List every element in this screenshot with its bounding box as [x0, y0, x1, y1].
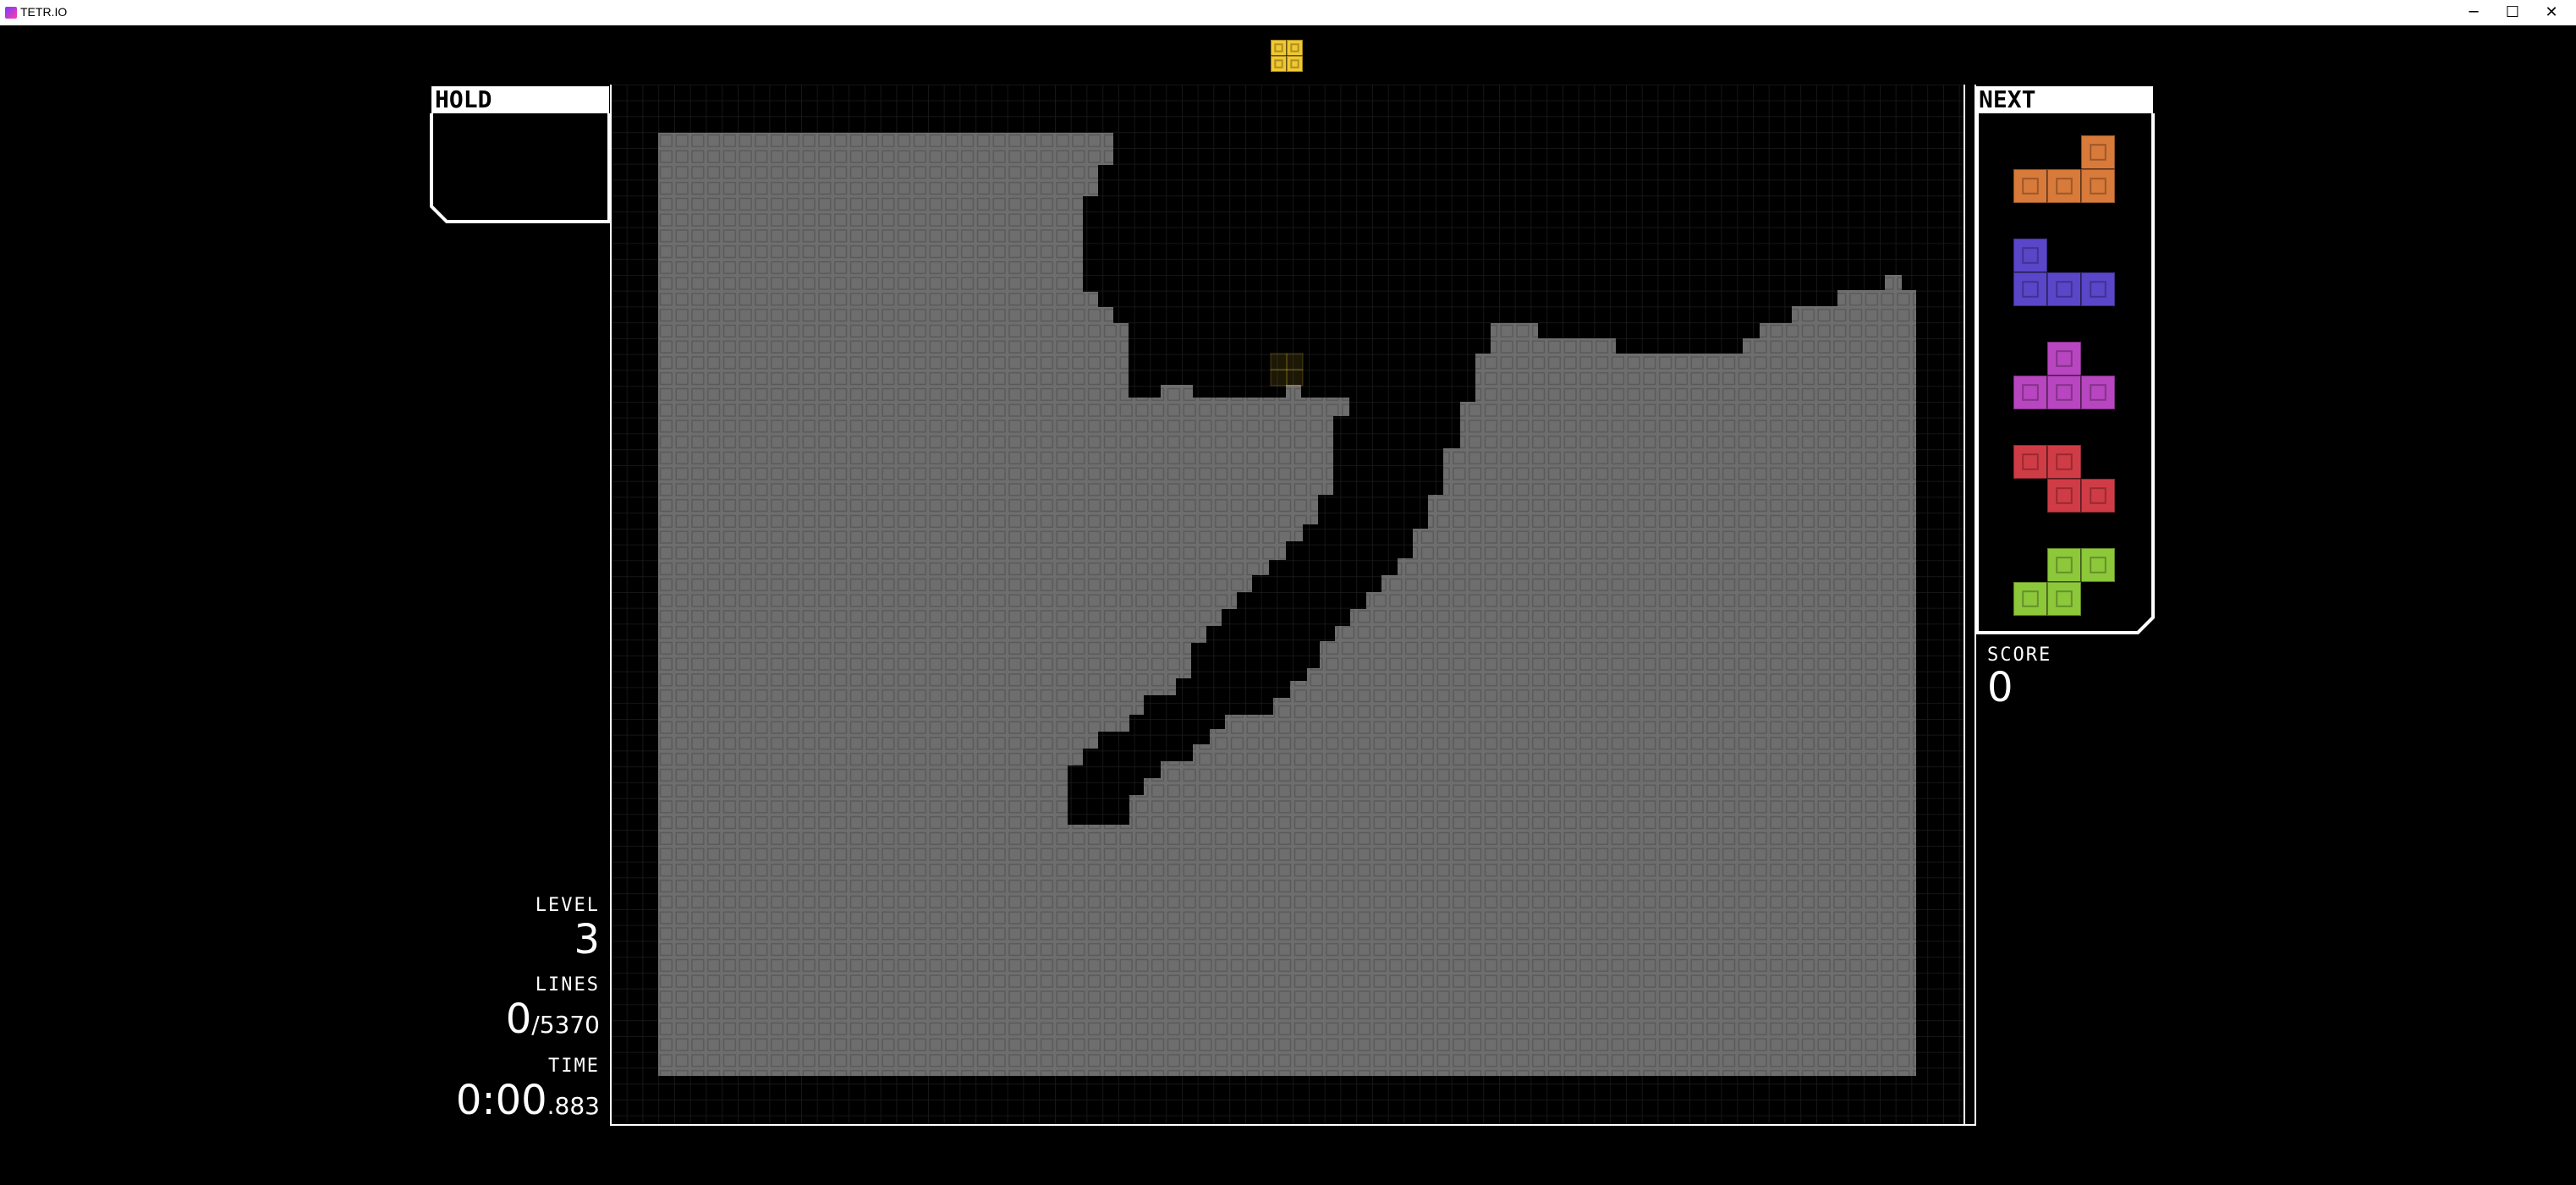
score-panel: SCORE 0 [1987, 645, 2051, 710]
next-piece-block [2046, 341, 2082, 376]
next-piece-block [2080, 134, 2116, 170]
falling-o-piece [1270, 39, 1304, 73]
hold-slot [431, 113, 609, 222]
next-queue [2013, 134, 2116, 617]
lines-label: LINES [535, 974, 600, 996]
level-stat: LEVEL 3 [536, 895, 600, 963]
falling-piece-block [1286, 55, 1304, 73]
ghost-piece-block [1286, 369, 1304, 387]
falling-piece-block [1270, 55, 1288, 73]
next-piece-block [2080, 375, 2116, 410]
game-board-canvas [430, 39, 2155, 1126]
hold-label: HOLD [431, 86, 609, 113]
next-piece-block [2080, 547, 2116, 583]
lines-target: /5370 [531, 1011, 600, 1039]
lines-stat: LINES 0/5370 [506, 974, 600, 1043]
next-piece-S [2013, 547, 2116, 617]
next-piece-block [2080, 168, 2116, 204]
lines-value: 0 [505, 996, 532, 1043]
next-piece-block [2046, 581, 2082, 617]
level-value: 3 [574, 916, 600, 963]
next-piece-T [2013, 341, 2116, 410]
ghost-piece-block [1270, 353, 1288, 370]
next-piece-block [2046, 478, 2082, 513]
next-piece-block [2013, 168, 2048, 204]
ghost-piece [1270, 353, 1304, 387]
next-piece-block [2013, 581, 2048, 617]
next-piece-block [2046, 272, 2082, 307]
next-piece-block [2080, 272, 2116, 307]
next-piece-block [2013, 375, 2048, 410]
next-label: NEXT [1975, 86, 2153, 113]
time-main: 0:00 [455, 1077, 547, 1124]
falling-piece-block [1270, 39, 1288, 57]
next-piece-block [2046, 547, 2082, 583]
time-label: TIME [548, 1056, 600, 1077]
next-piece-block [2013, 272, 2048, 307]
ghost-piece-block [1270, 369, 1288, 387]
level-label: LEVEL [535, 895, 600, 916]
score-value: 0 [1987, 664, 2013, 711]
ghost-piece-block [1286, 353, 1304, 370]
score-label: SCORE [1987, 645, 2052, 666]
next-piece-block [2046, 168, 2082, 204]
next-piece-block [2013, 238, 2048, 273]
next-piece-block [2046, 375, 2082, 410]
next-piece-block [2013, 444, 2048, 480]
next-piece-Z [2013, 444, 2116, 513]
falling-piece-block [1286, 39, 1304, 57]
next-piece-L [2013, 134, 2116, 204]
time-stat: TIME 0:00.883 [456, 1056, 600, 1124]
time-ms: .883 [547, 1092, 600, 1120]
next-piece-block [2080, 478, 2116, 513]
next-piece-block [2046, 444, 2082, 480]
next-piece-J [2013, 238, 2116, 307]
